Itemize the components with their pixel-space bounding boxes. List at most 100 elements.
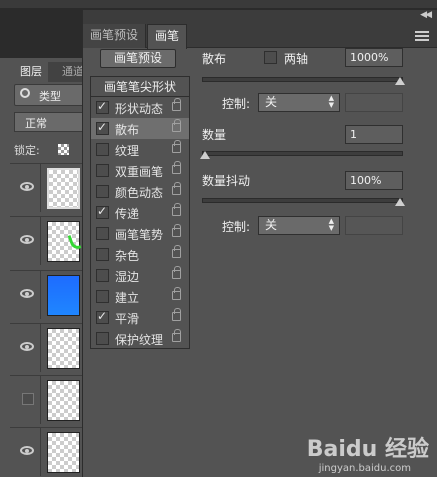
brush-setting-label: 建立 — [115, 291, 140, 305]
layer-thumbnail — [47, 380, 80, 421]
brush-tip-shape-item[interactable]: 画笔笔尖形状 — [91, 77, 189, 97]
count-jitter-value-field[interactable]: 100% — [345, 171, 403, 190]
layer-row[interactable] — [10, 270, 90, 319]
brush-setting-label: 湿边 — [115, 270, 140, 284]
lock-icon[interactable] — [172, 266, 181, 279]
layer-thumbnail — [47, 221, 82, 262]
layer-row[interactable] — [10, 375, 90, 424]
lock-icon[interactable] — [172, 224, 181, 237]
brush-settings-list: 画笔笔尖形状 形状动态散布纹理双重画笔颜色动态传递画笔笔势杂色湿边建立平滑保护纹… — [90, 76, 190, 349]
search-icon — [20, 88, 30, 98]
brush-setting-checkbox[interactable] — [96, 185, 109, 198]
brush-setting-item[interactable]: 平滑 — [91, 307, 189, 328]
scatter-slider-thumb[interactable] — [395, 77, 405, 85]
eye-icon[interactable] — [20, 182, 34, 191]
stepper-arrows-icon: ▲ ▼ — [328, 94, 334, 109]
brush-setting-item[interactable]: 散布 — [91, 118, 189, 139]
lock-icon[interactable] — [172, 329, 181, 342]
brush-setting-label: 散布 — [115, 123, 140, 137]
brush-setting-checkbox[interactable] — [96, 332, 109, 345]
scatter-slider[interactable] — [202, 77, 403, 82]
layer-thumbnail — [47, 328, 80, 369]
brush-setting-label: 双重画笔 — [115, 165, 164, 179]
baidu-watermark-url: jingyan.baidu.com — [318, 463, 411, 474]
layer-filter-select[interactable]: 类型 — [14, 84, 84, 106]
lock-icon[interactable] — [172, 161, 181, 174]
scatter-control-select[interactable]: 关 ▲ ▼ — [258, 93, 340, 112]
layer-filter-label: 类型 — [39, 90, 61, 103]
tab-brush[interactable]: 画笔 — [147, 24, 188, 49]
eye-icon[interactable] — [20, 446, 34, 455]
count-jitter-control-select[interactable]: 关 ▲ ▼ — [258, 216, 340, 235]
layer-row[interactable] — [10, 427, 90, 476]
eye-icon[interactable] — [20, 342, 34, 351]
brush-setting-checkbox[interactable] — [96, 143, 109, 156]
control-label: 控制: — [222, 97, 251, 111]
brush-setting-item[interactable]: 双重画笔 — [91, 160, 189, 181]
lock-icon[interactable] — [172, 203, 181, 216]
brush-setting-checkbox[interactable] — [96, 248, 109, 261]
brush-setting-checkbox[interactable] — [96, 99, 109, 114]
scatter-control-field — [345, 93, 403, 112]
lock-icon[interactable] — [172, 308, 181, 321]
brush-setting-checkbox[interactable] — [96, 164, 109, 177]
brush-setting-checkbox[interactable] — [96, 290, 109, 303]
count-jitter-control-field — [345, 216, 403, 235]
lock-icon[interactable] — [172, 98, 181, 111]
layer-thumbnail — [47, 432, 80, 473]
brush-tab-bar: 画笔预设 画笔 — [83, 24, 437, 49]
count-slider[interactable] — [202, 151, 403, 156]
count-jitter-slider-thumb[interactable] — [395, 198, 405, 206]
brush-setting-label: 保护纹理 — [115, 333, 164, 347]
brush-setting-checkbox[interactable] — [96, 120, 109, 135]
lock-label: 锁定: — [14, 144, 40, 157]
brush-setting-item[interactable]: 画笔笔势 — [91, 223, 189, 244]
blend-mode-select[interactable]: 正常 — [14, 112, 84, 132]
count-jitter-label: 数量抖动 — [202, 174, 251, 188]
brush-setting-label: 画笔笔势 — [115, 228, 164, 242]
layer-thumbnail — [47, 168, 80, 209]
brush-setting-item[interactable]: 传递 — [91, 202, 189, 223]
brush-setting-item[interactable]: 形状动态 — [91, 97, 189, 118]
tab-brush-presets[interactable]: 画笔预设 — [83, 24, 147, 48]
brush-setting-item[interactable]: 纹理 — [91, 139, 189, 160]
brush-setting-label: 纹理 — [115, 144, 140, 158]
brush-setting-label: 传递 — [115, 207, 140, 221]
brush-setting-label: 形状动态 — [115, 102, 164, 116]
tab-layers[interactable]: 图层 — [14, 62, 48, 82]
lock-icon[interactable] — [172, 245, 181, 258]
brush-setting-item[interactable]: 湿边 — [91, 265, 189, 286]
eye-icon[interactable] — [20, 289, 34, 298]
panel-menu-icon[interactable] — [415, 31, 429, 42]
lock-icon[interactable] — [172, 287, 181, 300]
brush-setting-item[interactable]: 颜色动态 — [91, 181, 189, 202]
scatter-value-field[interactable]: 1000% — [345, 48, 403, 67]
brush-setting-item[interactable]: 建立 — [91, 286, 189, 307]
layer-row[interactable] — [10, 216, 90, 265]
visibility-box-icon[interactable] — [22, 393, 34, 405]
brush-setting-checkbox[interactable] — [96, 309, 109, 324]
layer-row[interactable] — [10, 323, 90, 372]
lock-icon[interactable] — [172, 182, 181, 195]
collapse-icon[interactable]: ◀◀ — [420, 10, 432, 20]
brush-setting-checkbox[interactable] — [96, 227, 109, 240]
count-value-field[interactable]: 1 — [345, 125, 403, 144]
count-slider-thumb[interactable] — [200, 151, 210, 159]
eye-icon[interactable] — [20, 235, 34, 244]
brush-presets-button[interactable]: 画笔预设 — [100, 49, 176, 68]
lock-transparency-icon[interactable] — [58, 144, 69, 155]
brush-setting-item[interactable]: 保护纹理 — [91, 328, 189, 349]
stepper-arrows-icon: ▲ ▼ — [328, 217, 334, 232]
lock-icon[interactable] — [172, 119, 181, 132]
brush-setting-item[interactable]: 杂色 — [91, 244, 189, 265]
count-jitter-control-value: 关 — [265, 218, 278, 232]
brush-setting-checkbox[interactable] — [96, 204, 109, 219]
layer-thumbnail — [47, 275, 80, 316]
brush-setting-label: 杂色 — [115, 249, 140, 263]
both-axes-checkbox[interactable] — [264, 51, 277, 64]
panel-collapse-bar[interactable]: ◀◀ — [83, 10, 437, 24]
count-jitter-slider[interactable] — [202, 198, 403, 203]
layer-row[interactable] — [10, 163, 90, 212]
brush-setting-checkbox[interactable] — [96, 269, 109, 282]
lock-icon[interactable] — [172, 140, 181, 153]
